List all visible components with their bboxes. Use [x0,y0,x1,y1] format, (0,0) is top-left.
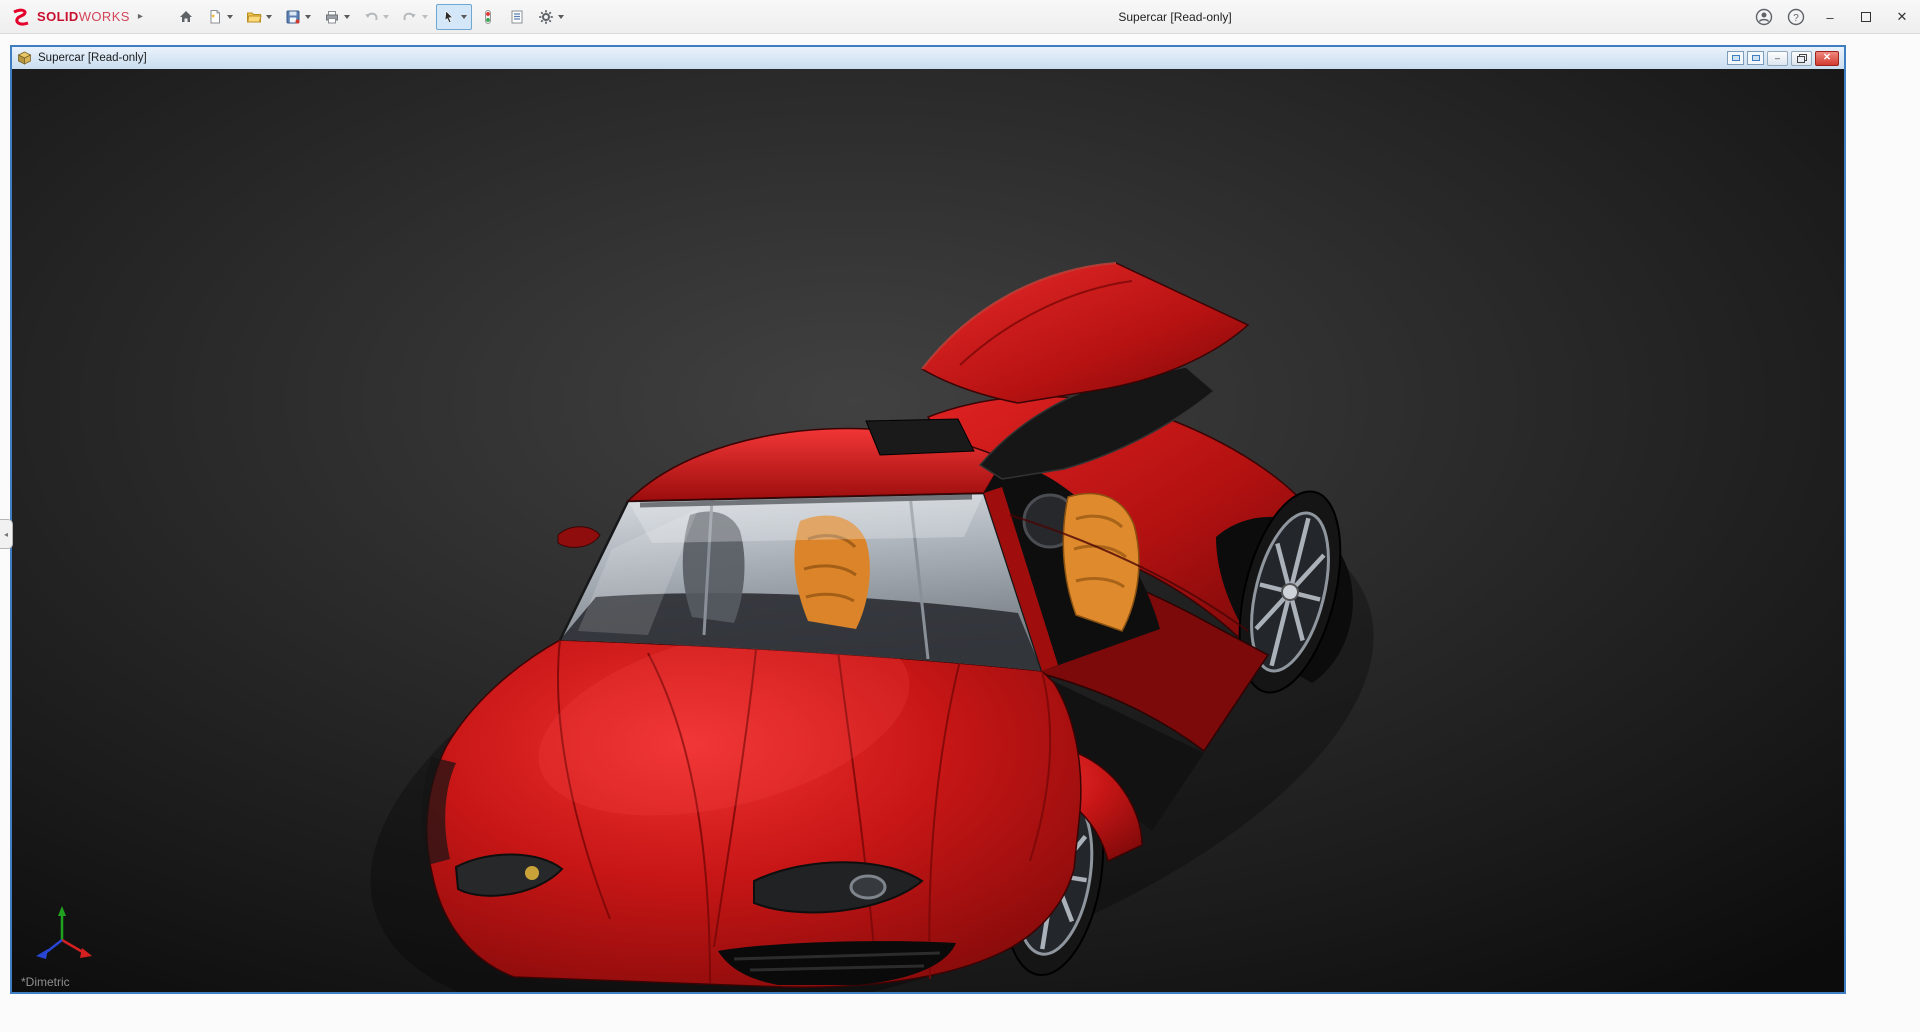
save-button[interactable] [280,4,316,30]
maximize-icon [1861,12,1871,22]
help-icon: ? [1787,8,1805,26]
tile-window-glyph [1752,55,1760,61]
dropdown-caret[interactable] [383,15,389,19]
save-icon [285,9,301,25]
file-properties-button[interactable] [504,4,530,30]
close-button[interactable]: ✕ [1884,0,1920,34]
brand-wordmark: SOLIDWORKS [37,9,130,24]
options-button[interactable] [533,4,569,30]
restore-icon [1797,54,1806,62]
dropdown-caret[interactable] [461,15,467,19]
select-cursor-icon [441,9,457,25]
dropdown-caret[interactable] [344,15,350,19]
rebuild-button[interactable] [475,4,501,30]
solidworks-app: SOLIDWORKS ▸ [0,0,1920,1032]
app-title: Supercar [Read-only] [1118,0,1231,34]
rebuild-stoplight-icon [480,9,496,25]
quick-access-toolbar [173,4,569,30]
document-titlebar[interactable]: Supercar [Read-only] – ✕ [12,47,1844,69]
open-folder-icon [246,9,262,25]
home-icon [178,9,194,25]
graphics-viewport[interactable]: *Dimetric [12,69,1844,992]
driver-seat [1063,493,1139,631]
doc-restore-button[interactable] [1791,51,1812,66]
redo-icon [402,9,418,25]
orientation-triad[interactable] [28,904,100,968]
gear-icon [538,9,554,25]
help-button[interactable]: ? [1780,0,1812,34]
app-titlebar: SOLIDWORKS ▸ [0,0,1920,34]
doc-minimize-button[interactable]: – [1767,51,1788,66]
print-button[interactable] [319,4,355,30]
menu-expand-arrow[interactable]: ▸ [138,11,143,22]
file-properties-icon [509,9,525,25]
select-tool-button[interactable] [436,4,472,30]
account-icon [1755,8,1773,26]
solidworks-brand: SOLIDWORKS ▸ [0,8,143,26]
float-window-glyph [1732,55,1740,61]
document-window: Supercar [Read-only] – ✕ [10,45,1846,994]
open-button[interactable] [241,4,277,30]
tile-window-icon[interactable] [1747,51,1764,65]
print-icon [324,9,340,25]
redo-button[interactable] [397,4,433,30]
document-title: Supercar [Read-only] [38,52,147,64]
minimize-button[interactable]: – [1812,0,1848,34]
doc-close-button[interactable]: ✕ [1815,51,1839,66]
dropdown-caret[interactable] [422,15,428,19]
panel-expand-tab[interactable]: ◂ [0,519,13,549]
new-document-button[interactable] [202,4,238,30]
undo-icon [363,9,379,25]
svg-text:?: ? [1793,13,1799,24]
maximize-button[interactable] [1848,0,1884,34]
view-orientation-label: *Dimetric [21,975,70,989]
dassault-logo-icon [10,8,34,26]
dropdown-caret[interactable] [558,15,564,19]
document-window-controls: – ✕ [1727,51,1839,66]
titlebar-right-controls: ? – ✕ [1748,0,1920,34]
new-document-icon [207,9,223,25]
home-button[interactable] [173,4,199,30]
dropdown-caret[interactable] [266,15,272,19]
dropdown-caret[interactable] [305,15,311,19]
undo-button[interactable] [358,4,394,30]
part-document-icon [17,51,32,65]
account-button[interactable] [1748,0,1780,34]
dropdown-caret[interactable] [227,15,233,19]
viewport-canvas[interactable] [12,69,1844,992]
float-window-icon[interactable] [1727,51,1744,65]
